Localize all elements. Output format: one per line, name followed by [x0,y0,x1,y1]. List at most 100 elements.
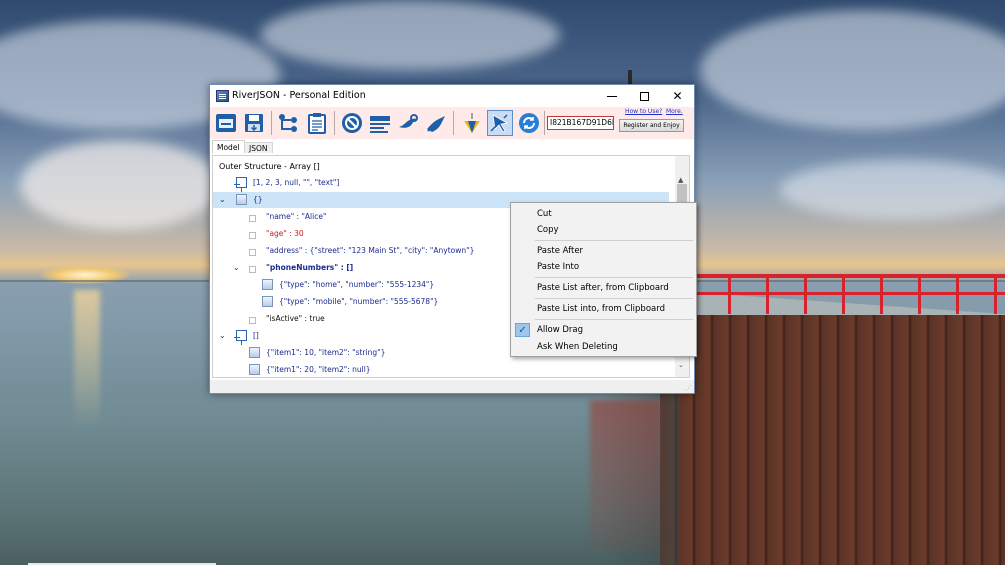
save-button[interactable] [241,110,267,136]
menu-item-paste-after[interactable]: Paste After [513,243,694,259]
form-icon [370,116,390,133]
title-bar[interactable]: RiverJSON - Personal Edition ✕ [210,85,694,107]
cloud [700,10,1005,130]
checkmark-icon: ✓ [515,323,530,337]
close-icon: ✕ [672,89,683,103]
array-icon [234,177,247,192]
app-icon [216,90,229,102]
maximize-button[interactable] [628,85,661,107]
tree-row-label: {} [253,195,263,204]
scroll-thumb[interactable] [677,184,687,204]
menu-separator [535,240,693,241]
form-button[interactable] [367,110,393,136]
register-button[interactable]: Register and Enjoy [619,119,684,132]
tree-row-label: "address" : {"street": "123 Main St", "c… [266,246,475,255]
drag-icon [490,114,509,133]
window-title: RiverJSON - Personal Edition [232,90,366,101]
property-icon [249,266,256,273]
menu-item-allow-drag[interactable]: ✓ Allow Drag [513,322,694,338]
tree-row-label: [] [253,331,259,340]
refresh-icon [519,113,539,133]
how-to-use-link[interactable]: How to Use? [625,108,662,115]
property-icon [249,215,256,222]
cloud [20,140,220,230]
object-icon [236,194,247,205]
property-icon [249,249,256,256]
scroll-down-icon[interactable]: ⌄ [678,361,684,369]
pen-icon [427,116,445,132]
chevron-down-icon[interactable]: ⌄ [219,331,226,340]
wrench-icon [399,114,418,128]
minimize-icon [606,95,617,97]
no-link-icon [342,113,362,133]
close-button[interactable]: ✕ [661,85,694,107]
maximize-icon [640,91,649,101]
open-button[interactable] [213,110,239,136]
more-link[interactable]: More. [666,108,683,115]
cloud [260,0,560,70]
pier-reflection [590,400,660,550]
pick-icon [464,113,480,133]
tree-row-label: [1, 2, 3, null, "", "text"] [253,178,340,187]
clipboard-icon [308,113,326,134]
save-icon [245,114,263,132]
cloud [780,160,1005,220]
tree-row-label: {"item1": 20, "item2": null} [266,365,371,374]
tab-json[interactable]: JSON [244,142,273,153]
tree-row-label: "name" : "Alice" [266,212,327,221]
pier-railing-bar [690,292,1005,295]
menu-item-paste-into[interactable]: Paste Into [513,259,694,275]
tree-row-label: {"type": "home", "number": "555-1234"} [279,280,435,289]
toolbar: I821B167D91D6D23 How to Use? More. Regis… [210,107,694,139]
object-icon [262,296,273,307]
unlink-button[interactable] [339,110,365,136]
object-icon [262,279,273,290]
array-icon [234,330,247,345]
tab-model[interactable]: Model [212,140,245,153]
refresh-button[interactable] [516,110,542,136]
scroll-up-icon[interactable]: ▲ [678,176,683,184]
tree-row[interactable]: [1, 2, 3, null, "", "text"] [213,175,669,192]
sun-reflection [74,290,100,430]
tree-row-label: "age" : 30 [266,229,304,238]
toolbar-separator [544,111,545,135]
tree-row-label: {"item1": 10, "item2": "string"} [266,348,386,357]
resize-grip-icon[interactable]: ⋰ [685,384,692,392]
menu-item-cut[interactable]: Cut [513,206,694,222]
toolbar-separator [453,111,454,135]
tree-button[interactable] [275,110,301,136]
context-menu: Cut Copy Paste After Paste Into Paste Li… [510,202,697,357]
minimize-button[interactable] [595,85,628,107]
menu-item-paste-list-into[interactable]: Paste List into, from Clipboard [513,301,694,317]
menu-item-paste-list-after[interactable]: Paste List after, from Clipboard [513,280,694,296]
object-icon [249,347,260,358]
open-icon [216,114,236,132]
toolbar-separator [334,111,335,135]
edit-button[interactable] [423,110,449,136]
chevron-down-icon[interactable]: ⌄ [233,263,240,272]
property-icon [249,232,256,239]
tree-header: Outer Structure - Array [] [219,162,320,171]
menu-separator [535,277,693,278]
chevron-down-icon[interactable]: ⌄ [219,195,226,204]
tree-row-label: {"type": "mobile", "number": "555-5678"} [279,297,439,306]
object-icon [249,364,260,375]
menu-separator [535,319,693,320]
toolbar-separator [271,111,272,135]
pier-wall [660,315,1005,565]
menu-separator [535,298,693,299]
tree-row-label: "isActive" : true [266,314,325,323]
status-bar: ⋰ [210,380,694,393]
tab-strip: Model JSON [210,139,694,153]
menu-item-ask-when-deleting[interactable]: Ask When Deleting [513,339,694,355]
property-icon [249,317,256,324]
tree-icon [279,114,297,132]
drag-button[interactable] [487,110,513,136]
tree-row-label: "phoneNumbers" : [] [266,263,354,272]
clipboard-button[interactable] [304,110,330,136]
tools-button[interactable] [395,110,421,136]
tree-row[interactable]: {"item1": 20, "item2": null} [213,362,669,377]
menu-item-copy[interactable]: Copy [513,222,694,238]
pick-button[interactable] [459,110,485,136]
license-code-field[interactable]: I821B167D91D6D23 [547,116,614,130]
